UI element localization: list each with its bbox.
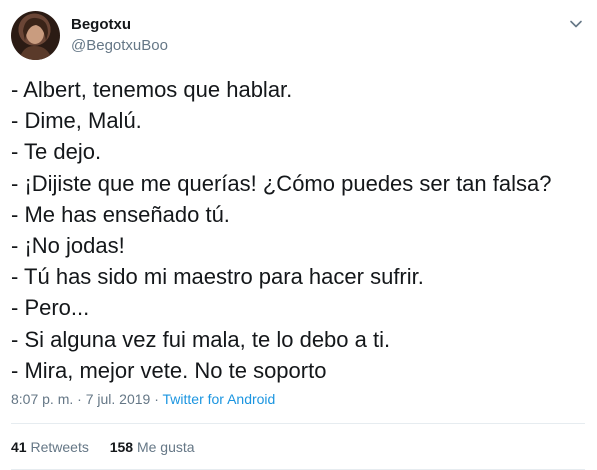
tweet-line: - Te dejo. [11, 139, 102, 165]
likes-stat[interactable]: 158 Me gusta [110, 437, 195, 457]
tweet-metadata: 8:07 p. m. · 7 jul. 2019 · Twitter for A… [11, 389, 275, 409]
retweets-label: Retweets [30, 439, 89, 455]
tweet-line: - Pero... [11, 295, 90, 321]
user-names: Begotxu @BegotxuBoo [71, 15, 168, 56]
divider [11, 423, 585, 424]
tweet-line: - ¡No jodas! [11, 233, 125, 259]
tweet-source-link[interactable]: Twitter for Android [163, 391, 276, 407]
avatar[interactable] [11, 11, 60, 60]
tweet-line: - Dime, Malú. [11, 108, 142, 134]
likes-label: Me gusta [136, 439, 195, 455]
chevron-down-icon[interactable] [567, 15, 585, 33]
tweet-line: - Me has enseñado tú. [11, 201, 230, 227]
tweet-header: Begotxu @BegotxuBoo [11, 11, 585, 61]
retweets-stat[interactable]: 41 Retweets [11, 437, 89, 457]
tweet-text: - Albert, tenemos que hablar. - Dime, Ma… [11, 74, 585, 386]
likes-count: 158 [109, 439, 134, 455]
user-handle[interactable]: @BegotxuBoo [71, 36, 168, 56]
tweet-timestamp[interactable]: 8:07 p. m. · 7 jul. 2019 · [11, 391, 163, 407]
tweet-line: - Si alguna vez fui mala, te lo debo a t… [11, 326, 391, 352]
tweet-stats: 41 Retweets 158 Me gusta [11, 437, 212, 457]
retweets-count: 41 [11, 439, 27, 455]
tweet-line: - Tú has sido mi maestro para hacer sufr… [11, 264, 424, 290]
tweet-line: - Albert, tenemos que hablar. [11, 77, 293, 102]
tweet-line: - ¡Dijiste que me querías! ¿Cómo puedes … [11, 170, 552, 196]
tweet-card: Begotxu @BegotxuBoo - Albert, tenemos qu… [0, 0, 597, 470]
display-name[interactable]: Begotxu [71, 15, 168, 35]
tweet-line: - Mira, mejor vete. No te soporto [11, 357, 327, 383]
